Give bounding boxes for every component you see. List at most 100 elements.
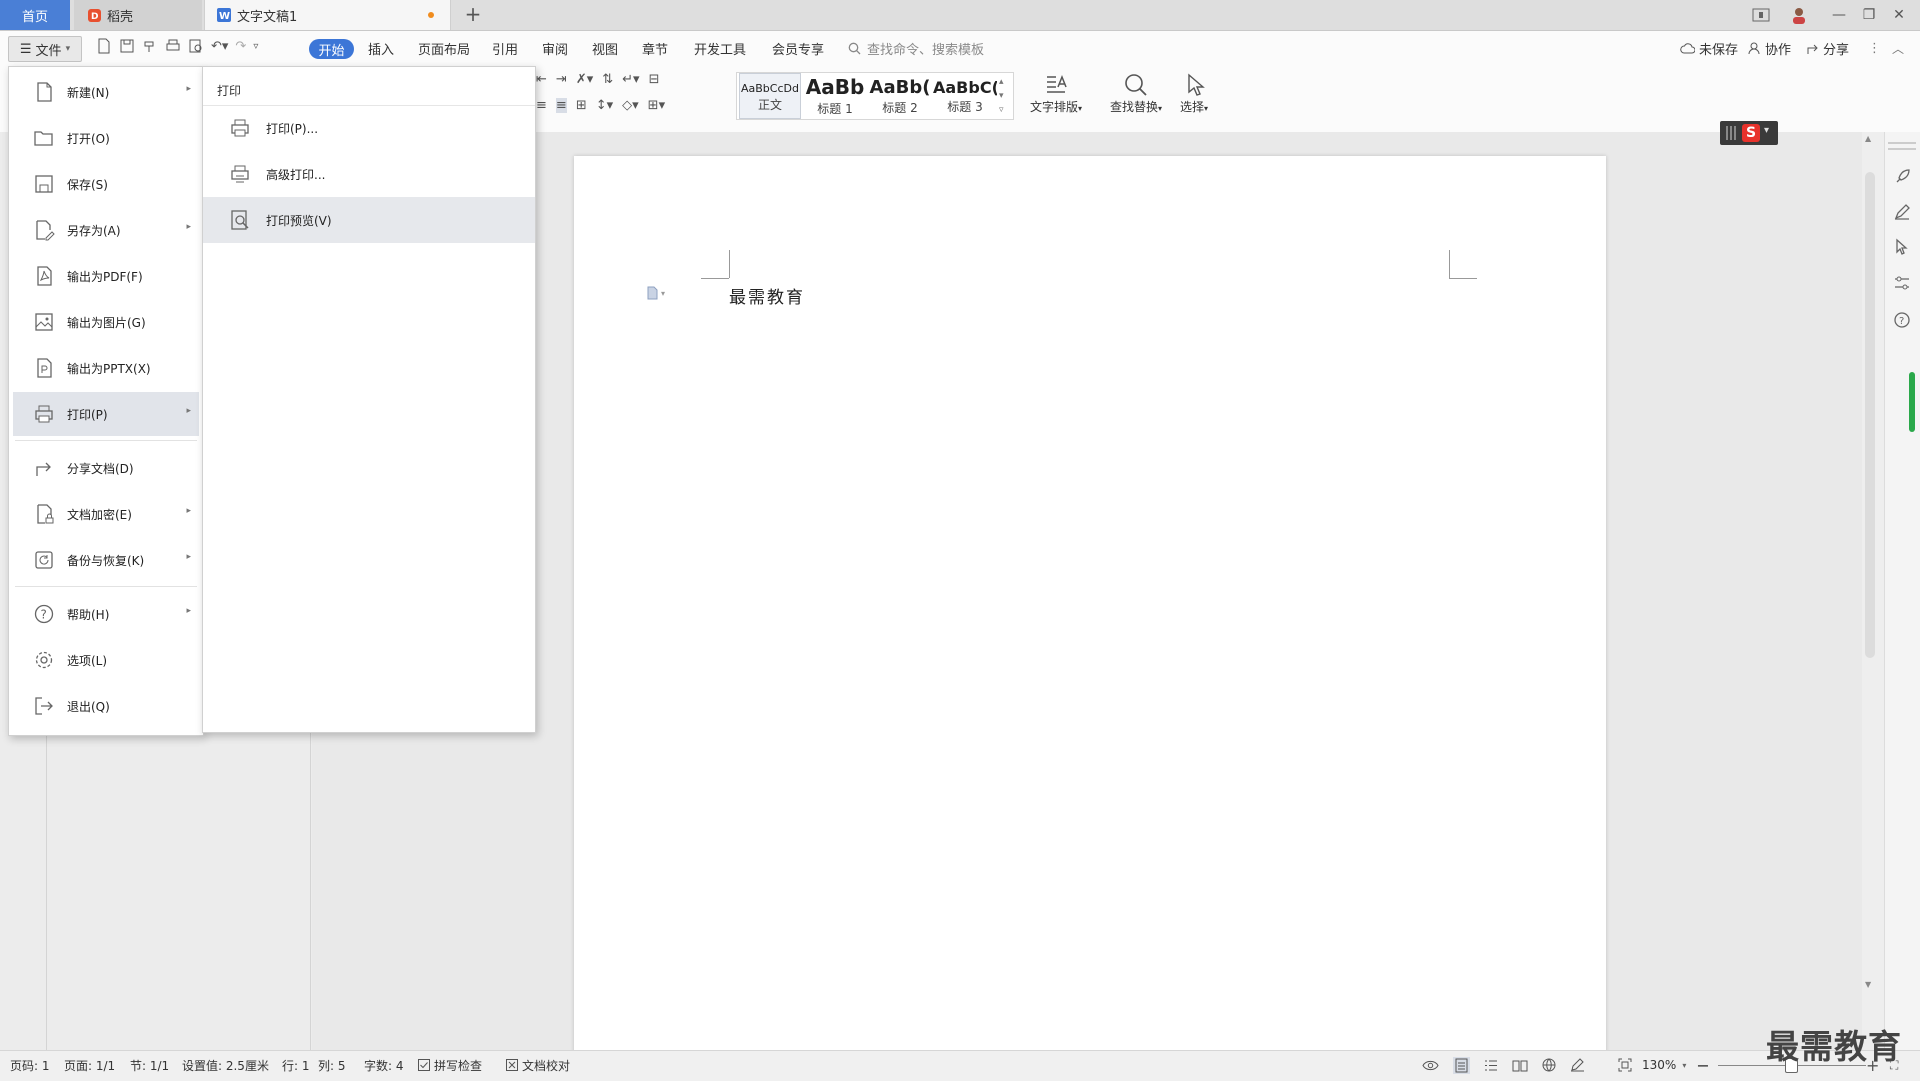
zoom-control[interactable]: 130% ▾ − [1618,1050,1710,1080]
print-submenu-advanced[interactable]: 高级打印... [203,151,535,197]
borders-icon[interactable]: ⊞▾ [648,98,665,113]
style-heading-1[interactable]: AaBb 标题 1 [803,73,867,119]
shading-icon[interactable]: ◇▾ [622,98,639,113]
tab-start[interactable]: 开始 [309,39,354,59]
zoom-level[interactable]: 130% [1642,1058,1676,1072]
share-button[interactable]: 分享 [1806,31,1849,66]
status-pages[interactable]: 页面: 1/1 [64,1050,115,1080]
collapse-ribbon-icon[interactable]: ︿ [1892,31,1904,66]
new-doc-icon[interactable] [96,38,112,54]
tab-insert[interactable]: 插入 [368,31,394,66]
rocket-icon[interactable] [1893,168,1911,186]
file-menu-button[interactable]: ☰ 文件 ▾ [8,36,82,62]
scroll-down-icon[interactable]: ▼ [1865,980,1871,989]
spell-check-button[interactable]: 拼写检查 [418,1050,482,1080]
pen-icon[interactable] [1893,203,1911,221]
tab-home[interactable]: 首页 [0,0,70,30]
file-menu-save-as[interactable]: 另存为(A) ▸ [13,208,199,252]
outline-view-icon[interactable] [1484,1059,1498,1072]
file-menu-backup[interactable]: 备份与恢复(K) ▸ [13,538,199,582]
avatar[interactable] [1790,6,1820,24]
file-menu-exit[interactable]: 退出(Q) [13,684,199,728]
collab-button[interactable]: 协作 [1748,31,1791,66]
file-menu-options[interactable]: 选项(L) [13,638,199,682]
document-text[interactable]: 最需教育 [729,283,805,308]
help-icon[interactable]: ? [1893,311,1911,329]
select-button[interactable]: 选择▾ [1172,70,1216,122]
style-heading-3[interactable]: AaBbC( 标题 3 [933,73,997,119]
sort-icon[interactable]: ⇅ [602,72,613,87]
file-menu-new[interactable]: 新建(N) ▸ [13,70,199,114]
tab-document[interactable]: W 文字文稿1 [204,0,451,30]
print-submenu-print[interactable]: 打印(P)... [203,105,535,151]
web-view-icon[interactable] [1542,1058,1556,1072]
reading-view-icon[interactable] [1512,1059,1528,1072]
tab-review[interactable]: 审阅 [542,31,568,66]
adjust-icon[interactable] [1893,274,1911,292]
restore-icon[interactable]: ❐ [1854,7,1884,23]
style-heading-2[interactable]: AaBb( 标题 2 [869,73,931,119]
tab-docer[interactable]: D 稻壳 [74,0,202,30]
close-icon[interactable]: ✕ [1884,7,1914,23]
tab-view[interactable]: 视图 [592,31,618,66]
find-replace-button[interactable]: 查找替换▾ [1104,70,1168,122]
unsaved-button[interactable]: 未保存 [1680,31,1738,66]
line-spacing-icon[interactable]: ↕▾ [596,98,613,113]
write-mode-icon[interactable] [1570,1058,1585,1072]
tab-member[interactable]: 会员专享 [772,31,824,66]
workspace-icon[interactable] [1752,8,1782,22]
print-submenu-preview[interactable]: 打印预览(V) [203,197,535,243]
chinese-layout-icon[interactable]: ✗▾ [576,72,593,87]
file-menu-encrypt[interactable]: 文档加密(E) ▸ [13,492,199,536]
justify-icon[interactable]: ≡ [555,98,567,113]
customize-icon[interactable]: ▿ [253,41,258,52]
ime-toolbar[interactable]: S ▾ [1720,121,1778,145]
command-search[interactable]: 查找命令、搜索模板 [848,31,984,66]
text-layout-button[interactable]: 文字排版▾ [1024,70,1088,122]
file-menu-share[interactable]: 分享文档(D) [13,446,199,490]
redo-icon[interactable]: ↷ [235,39,246,54]
tab-developer[interactable]: 开发工具 [694,31,746,66]
select-label: 选择 [1179,100,1204,114]
new-tab-button[interactable]: + [462,4,484,26]
scrollbar-thumb[interactable] [1865,172,1875,658]
doc-check-button[interactable]: 文档校对 [506,1050,570,1080]
tab-stops-icon[interactable]: ⊟ [649,72,660,87]
tab-chapter[interactable]: 章节 [642,31,668,66]
file-menu-export-image[interactable]: 输出为图片(G) [13,300,199,344]
file-menu-open[interactable]: 打开(O) [13,116,199,160]
tab-page-layout[interactable]: 页面布局 [418,31,470,66]
format-painter-icon[interactable] [142,38,158,54]
undo-icon[interactable]: ↶▾ [211,39,228,54]
file-menu-help[interactable]: ? 帮助(H) ▸ [13,592,199,636]
status-page-number[interactable]: 页码: 1 [10,1050,50,1080]
file-menu-print[interactable]: 打印(P) ▸ [13,392,199,436]
file-menu-export-pptx[interactable]: 输出为PPTX(X) [13,346,199,390]
status-section[interactable]: 节: 1/1 [130,1050,169,1080]
page-view-icon[interactable] [1453,1056,1470,1074]
file-menu-export-pdf[interactable]: 输出为PDF(F) [13,254,199,298]
select-cursor-icon[interactable] [1893,238,1911,256]
rail-scroll-indicator[interactable] [1909,372,1915,432]
status-words[interactable]: 字数: 4 [364,1050,404,1080]
file-menu-save[interactable]: 保存(S) [13,162,199,206]
print-icon[interactable] [165,38,181,54]
print-preview-icon[interactable] [188,38,204,54]
paragraph-handle[interactable]: ▾ [646,286,665,300]
minimize-icon[interactable]: — [1824,7,1854,23]
decrease-indent-icon[interactable]: ⇤ [536,72,547,87]
styles-scroll-icon[interactable]: ▴ ▾ ▿ [999,75,1004,117]
fit-page-icon[interactable] [1618,1058,1632,1072]
tab-references[interactable]: 引用 [492,31,518,66]
style-normal[interactable]: AaBbCcDd 正文 [739,73,801,119]
save-icon[interactable] [119,38,135,54]
distribute-icon[interactable]: ⊞ [576,98,587,113]
more-icon[interactable]: ⋮ [1868,31,1881,66]
zoom-out-icon[interactable]: − [1696,1056,1709,1075]
show-marks-icon[interactable]: ↵▾ [622,72,639,87]
eye-protection-icon[interactable] [1422,1059,1439,1072]
scroll-up-icon[interactable]: ▲ [1865,134,1871,143]
align-right-icon[interactable]: ≡ [536,98,547,113]
increase-indent-icon[interactable]: ⇥ [556,72,567,87]
status-setting[interactable]: 设置值: 2.5厘米 [182,1050,269,1080]
